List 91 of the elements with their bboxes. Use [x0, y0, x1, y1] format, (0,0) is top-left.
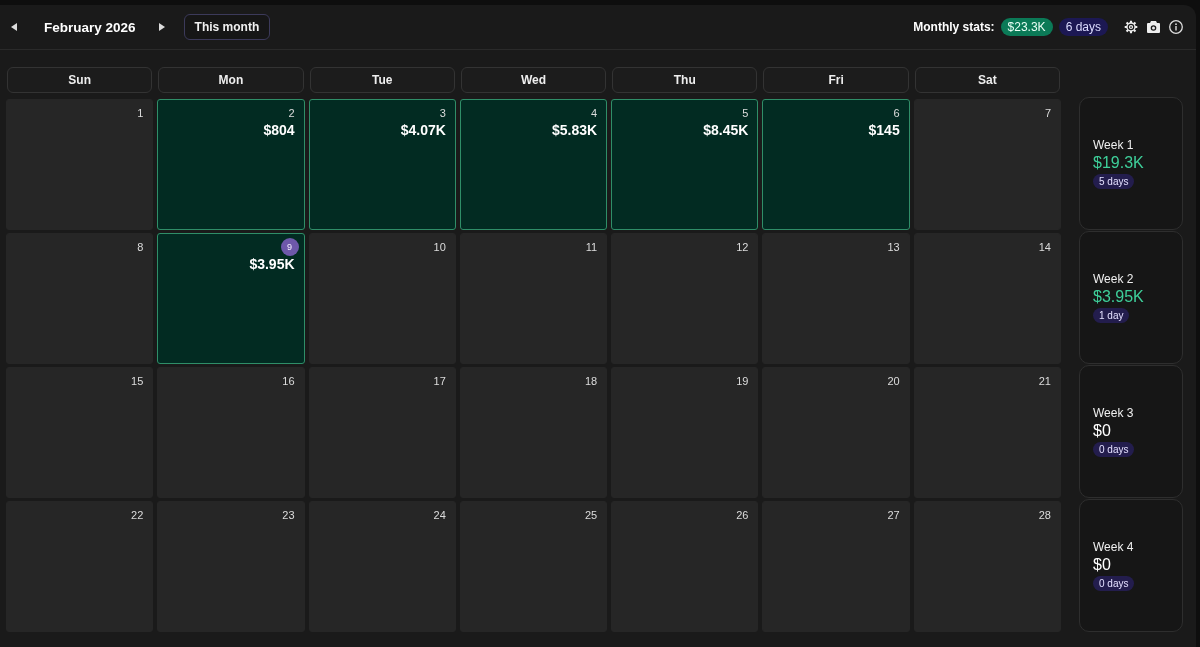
day-amount: $8.45K [703, 122, 749, 139]
day-cell[interactable]: 1 [6, 99, 154, 230]
day-number: 13 [887, 240, 900, 255]
weekday-header: Sun [7, 67, 153, 93]
day-number: 6 [893, 106, 900, 121]
weekday-header: Tue [309, 67, 455, 93]
stats-days-badge: 6 days [1058, 18, 1108, 36]
day-cell[interactable]: 9 $3.95K [157, 233, 305, 364]
day-cell[interactable]: 24 [308, 501, 456, 632]
day-cell[interactable]: 21 [913, 367, 1061, 498]
day-cell[interactable]: 5 $8.45K [611, 99, 759, 230]
day-number: 22 [131, 508, 144, 523]
day-amount: $145 [868, 122, 900, 139]
caret-right-icon[interactable] [158, 23, 165, 31]
day-amount: $804 [263, 122, 295, 139]
day-cell[interactable]: 23 [157, 501, 305, 632]
today-badge: 9 [280, 238, 299, 256]
day-number: 10 [433, 240, 446, 255]
stats-total-badge: $23.3K [1000, 18, 1053, 36]
day-number: 25 [584, 508, 598, 523]
day-cell[interactable]: 3 $4.07K [308, 99, 456, 230]
day-number: 4 [591, 106, 598, 121]
week-total: $3.95K [1093, 287, 1144, 307]
week-label: Week 2 [1093, 272, 1134, 287]
week-label: Week 1 [1093, 138, 1134, 153]
weekday-header: Wed [460, 67, 607, 93]
this-month-button[interactable]: This month [183, 14, 271, 40]
day-number: 16 [282, 374, 295, 389]
day-cell[interactable]: 12 [611, 233, 759, 364]
day-cell[interactable]: 6 $145 [762, 99, 910, 230]
day-amount: $5.83K [552, 122, 598, 139]
day-number: 12 [736, 240, 749, 255]
day-number: 18 [584, 374, 598, 389]
day-number: 20 [887, 374, 900, 389]
day-number: 11 [585, 240, 598, 255]
day-number: 14 [1038, 240, 1051, 255]
day-cell[interactable]: 25 [459, 501, 608, 632]
week-days-badge: 0 days [1093, 442, 1135, 457]
day-cell[interactable]: 4 $5.83K [459, 99, 608, 230]
day-cell[interactable]: 17 [308, 367, 456, 498]
camera-icon[interactable] [1147, 21, 1160, 33]
day-cell[interactable]: 18 [459, 367, 608, 498]
day-cell[interactable]: 15 [6, 367, 154, 498]
day-cell[interactable]: 19 [611, 367, 759, 498]
day-cell[interactable]: 14 [913, 233, 1061, 364]
day-cell[interactable]: 16 [157, 367, 305, 498]
day-number: 2 [288, 106, 295, 121]
monthly-stats-label: Monthly stats: [913, 20, 995, 34]
day-number: 19 [736, 374, 749, 389]
week-days-badge: 0 days [1093, 576, 1135, 591]
day-cell[interactable]: 20 [762, 367, 910, 498]
day-cell[interactable]: 13 [762, 233, 910, 364]
day-cell[interactable]: 26 [611, 501, 759, 632]
day-number: 17 [433, 374, 446, 389]
day-cell[interactable]: 8 [6, 233, 154, 364]
day-cell[interactable]: 7 [913, 99, 1061, 230]
info-icon[interactable] [1169, 20, 1183, 34]
day-amount: $4.07K [400, 122, 446, 139]
day-number: 15 [131, 374, 144, 389]
day-amount: $3.95K [249, 256, 295, 273]
month-title: February 2026 [44, 19, 136, 35]
week-label: Week 4 [1093, 540, 1134, 555]
day-number: 5 [742, 106, 749, 121]
day-number: 24 [433, 508, 446, 523]
day-cell[interactable]: 10 [308, 233, 456, 364]
day-cell[interactable]: 11 [459, 233, 608, 364]
week-total: $0 [1093, 555, 1111, 575]
weekday-header: Fri [763, 67, 909, 93]
day-number: 28 [1038, 508, 1051, 523]
caret-left-icon[interactable] [11, 23, 17, 31]
day-cell[interactable]: 22 [6, 501, 154, 632]
day-number: 21 [1038, 374, 1051, 389]
day-number: 23 [282, 508, 295, 523]
day-number: 1 [137, 106, 144, 121]
day-cell[interactable]: 27 [762, 501, 910, 632]
day-number: 3 [439, 106, 446, 121]
day-number: 26 [736, 508, 749, 523]
settings-icon[interactable] [1124, 20, 1138, 34]
weekday-header: Thu [612, 67, 758, 93]
week-total: $19.3K [1093, 153, 1144, 173]
week-days-badge: 1 day [1093, 308, 1130, 323]
weekday-header: Mon [158, 67, 304, 93]
day-cell[interactable]: 2 $804 [157, 99, 305, 230]
day-number: 8 [137, 240, 144, 255]
week-total: $0 [1093, 421, 1111, 441]
day-number: 27 [887, 508, 900, 523]
weekday-header: Sat [914, 67, 1060, 93]
week-label: Week 3 [1093, 406, 1134, 421]
week-days-badge: 5 days [1093, 174, 1135, 189]
day-cell[interactable]: 28 [913, 501, 1061, 632]
day-number: 7 [1044, 106, 1051, 121]
